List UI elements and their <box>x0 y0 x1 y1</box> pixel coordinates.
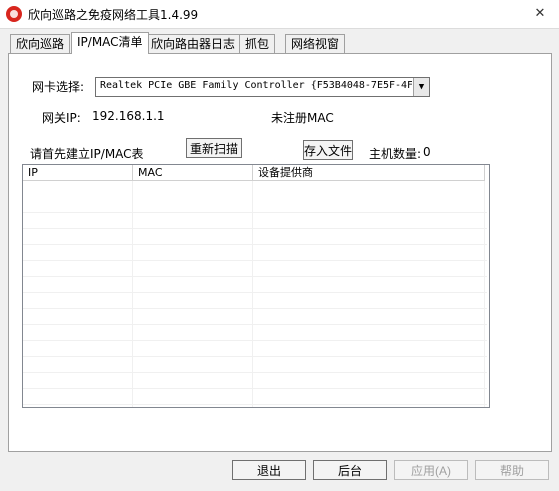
table-row <box>23 341 487 357</box>
table-row <box>23 373 487 389</box>
table-row <box>23 197 487 213</box>
table-row <box>23 277 487 293</box>
table-row <box>23 293 487 309</box>
table-row <box>23 229 487 245</box>
host-count-label: 主机数量: <box>369 147 422 161</box>
tab-packet-capture[interactable]: 抓包 <box>239 34 276 53</box>
nic-select-value: Realtek PCIe GBE Family Controller {F53B… <box>100 80 412 91</box>
tab-xinxiang-xunlu[interactable]: 欣向巡路 <box>10 34 71 53</box>
host-count-value: 0 <box>423 145 431 159</box>
close-icon[interactable]: ✕ <box>530 5 550 23</box>
tab-network-view[interactable]: 网络视窗 <box>285 34 346 53</box>
tab-router-log[interactable]: 欣向路由器日志 <box>145 34 242 53</box>
column-header-ip[interactable]: IP <box>23 165 133 181</box>
table-row <box>23 245 487 261</box>
chevron-down-icon[interactable]: ▼ <box>413 78 429 96</box>
table-row <box>23 389 487 405</box>
help-button[interactable]: 帮助 <box>475 460 549 480</box>
table-row <box>23 325 487 341</box>
column-header-mac[interactable]: MAC <box>133 165 253 181</box>
apply-button[interactable]: 应用(A) <box>394 460 468 480</box>
table-row <box>23 357 487 373</box>
window-title: 欣向巡路之免疫网络工具1.4.99 <box>28 8 199 22</box>
background-button[interactable]: 后台 <box>313 460 387 480</box>
tab-ip-mac-list[interactable]: IP/MAC清单 <box>71 32 149 54</box>
gateway-mac-status: 未注册MAC <box>271 111 334 125</box>
app-logo-icon <box>6 6 22 22</box>
ip-mac-table[interactable]: IP MAC 设备提供商 <box>22 164 490 408</box>
gateway-ip-label: 网关IP: <box>42 111 81 125</box>
table-row <box>23 261 487 277</box>
nic-select[interactable]: Realtek PCIe GBE Family Controller {F53B… <box>95 77 430 97</box>
column-header-vendor[interactable]: 设备提供商 <box>253 165 485 181</box>
gateway-ip-value: 192.168.1.1 <box>92 109 165 123</box>
rescan-button[interactable]: 重新扫描 <box>186 138 242 158</box>
save-file-button[interactable]: 存入文件 <box>303 140 353 160</box>
table-row <box>23 213 487 229</box>
hint-text: 请首先建立IP/MAC表 <box>30 147 144 161</box>
table-row <box>23 309 487 325</box>
exit-button[interactable]: 退出 <box>232 460 306 480</box>
nic-label: 网卡选择: <box>32 80 85 94</box>
title-bar: 欣向巡路之免疫网络工具1.4.99 ✕ <box>0 0 559 29</box>
